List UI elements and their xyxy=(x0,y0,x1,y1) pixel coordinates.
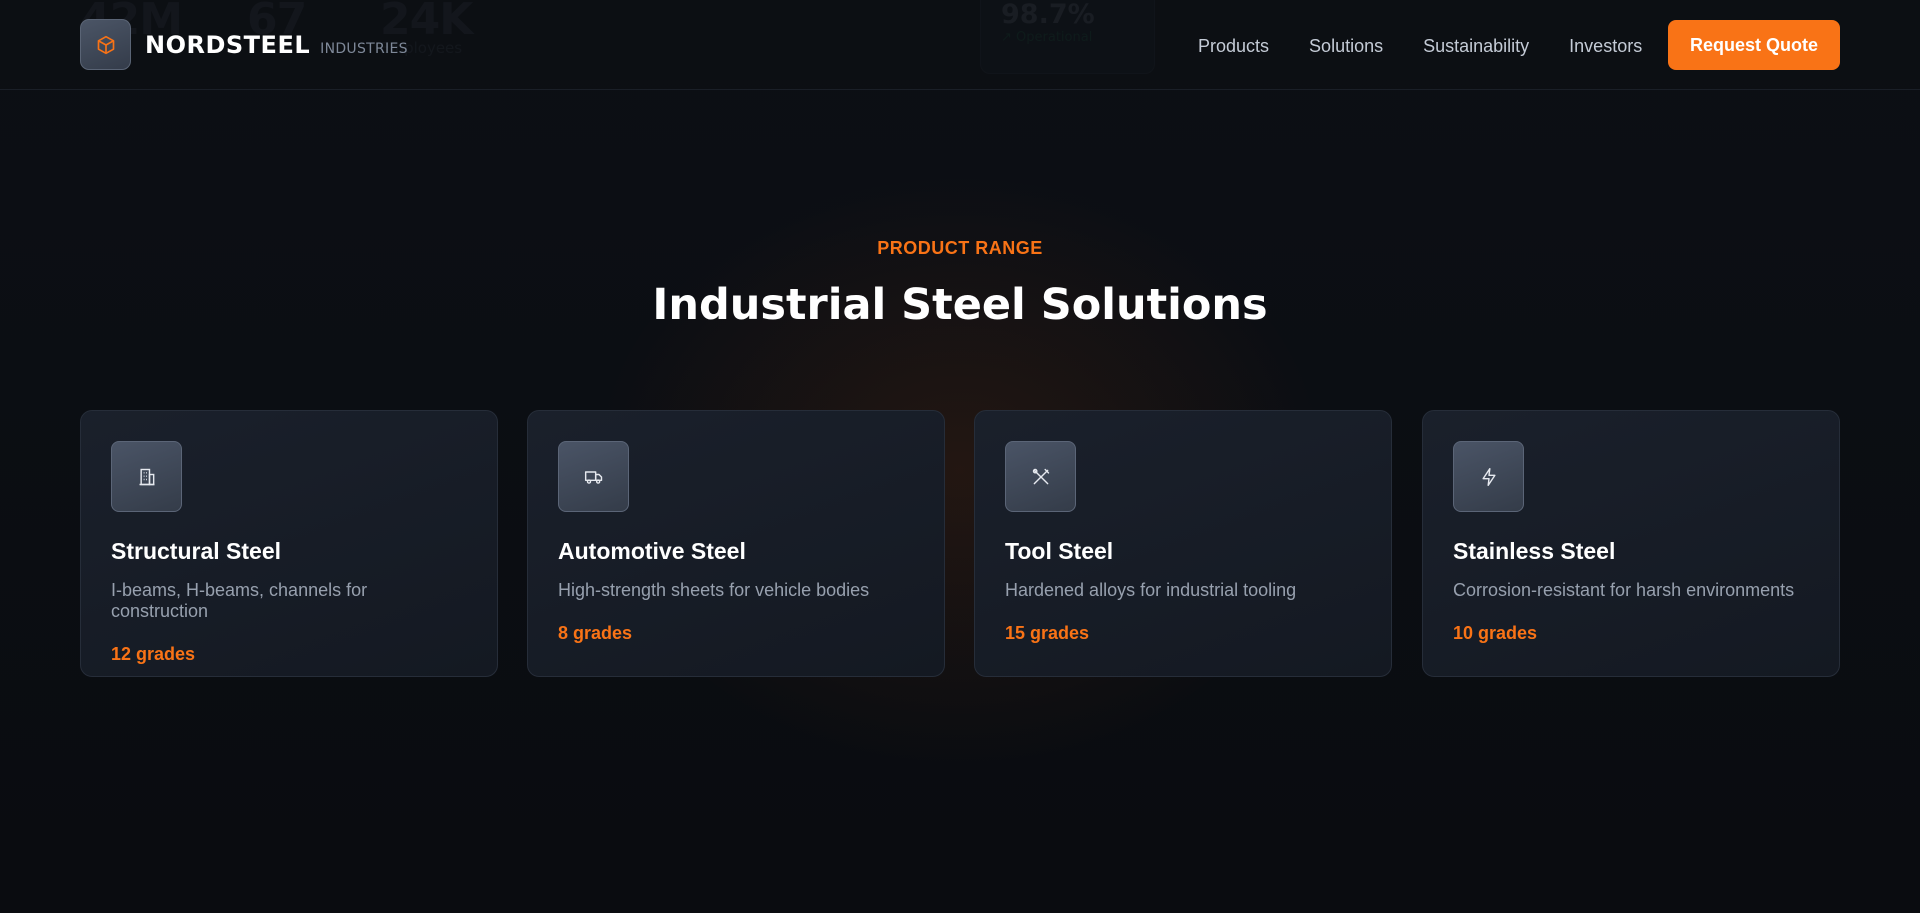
brand-name: NORDSTEEL xyxy=(145,30,311,59)
card-description: I-beams, H-beams, channels for construct… xyxy=(111,580,368,621)
card-description: Corrosion-resistant for harsh environmen… xyxy=(1453,580,1795,600)
card-grades: 8 grades xyxy=(558,623,633,643)
site-header: NORDSTEEL INDUSTRIES Products Solutions … xyxy=(0,0,1920,90)
building-icon xyxy=(111,441,182,512)
brand-subtitle: INDUSTRIES xyxy=(320,40,408,57)
cube-icon xyxy=(80,19,131,70)
brand[interactable]: NORDSTEEL INDUSTRIES xyxy=(80,19,408,70)
card-grades: 12 grades xyxy=(111,644,196,664)
tools-icon xyxy=(1005,441,1076,512)
request-quote-button[interactable]: Request Quote xyxy=(1668,20,1840,70)
nav-item-solutions[interactable]: Solutions xyxy=(1309,36,1383,57)
section-eyebrow: PRODUCT RANGE xyxy=(877,238,1043,258)
product-card-stainless[interactable]: Stainless Steel Corrosion-resistant for … xyxy=(1422,410,1840,677)
card-grades: 15 grades xyxy=(1005,623,1090,643)
main-nav: Products Solutions Sustainability Invest… xyxy=(1198,36,1682,57)
card-description: High-strength sheets for vehicle bodies xyxy=(558,580,870,600)
card-title: Structural Steel xyxy=(111,538,281,564)
card-grades: 10 grades xyxy=(1453,623,1538,643)
lightning-icon xyxy=(1453,441,1524,512)
nav-item-products[interactable]: Products xyxy=(1198,36,1269,57)
product-card-automotive[interactable]: Automotive Steel High-strength sheets fo… xyxy=(527,410,945,677)
nav-item-investors[interactable]: Investors xyxy=(1569,36,1642,57)
product-card-tool[interactable]: Tool Steel Hardened alloys for industria… xyxy=(974,410,1392,677)
card-title: Tool Steel xyxy=(1005,538,1114,564)
card-description: Hardened alloys for industrial tooling xyxy=(1005,580,1297,600)
truck-icon xyxy=(558,441,629,512)
product-cards: Structural Steel I-beams, H-beams, chann… xyxy=(80,410,1840,677)
product-card-structural[interactable]: Structural Steel I-beams, H-beams, chann… xyxy=(80,410,498,677)
section-title: Industrial Steel Solutions xyxy=(652,280,1268,330)
card-title: Automotive Steel xyxy=(558,538,746,564)
card-title: Stainless Steel xyxy=(1453,538,1616,564)
nav-item-sustainability[interactable]: Sustainability xyxy=(1423,36,1529,57)
